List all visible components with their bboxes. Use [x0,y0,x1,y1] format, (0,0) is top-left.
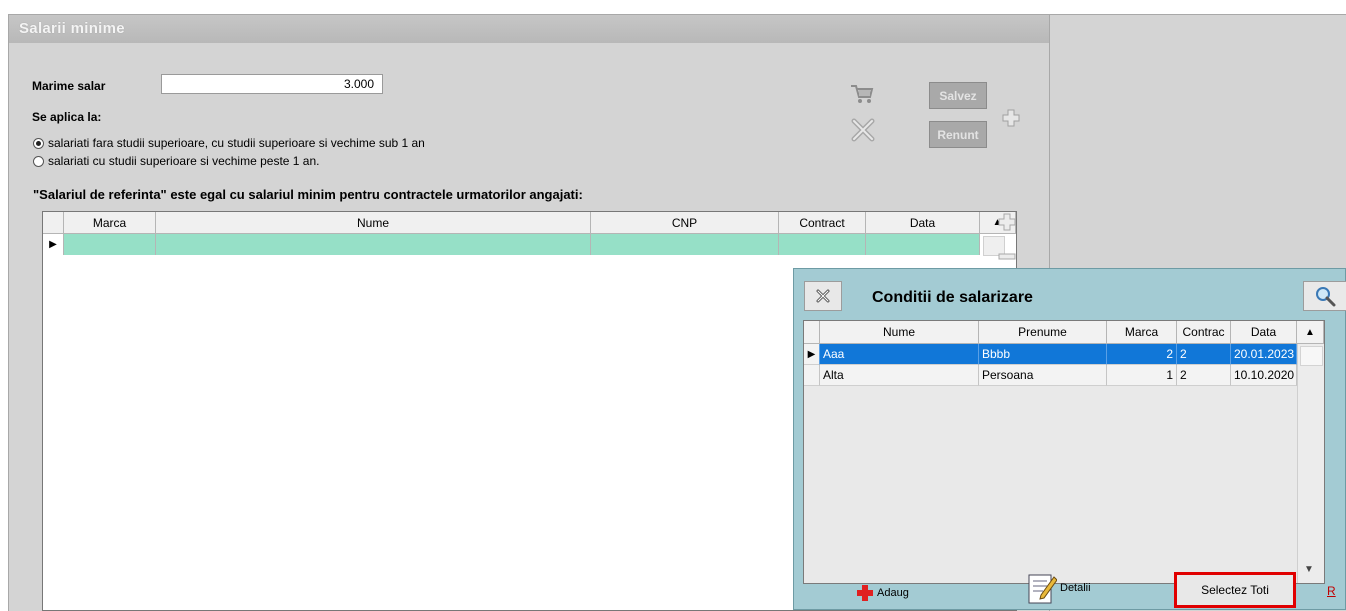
detalii-label: Detalii [1060,582,1091,594]
pgrid-scrollbar[interactable]: ▼ [1297,344,1324,583]
radio-option-2[interactable]: salariati cu studii superioare si vechim… [33,154,319,168]
column-header-data[interactable]: Data [866,212,980,234]
cancel-x-icon[interactable] [849,116,877,144]
renunt-button[interactable]: Renunt [929,121,987,148]
grid-cell-contract[interactable] [779,234,866,255]
cell-nume[interactable]: Alta [820,365,979,386]
column-header-nume[interactable]: Nume [156,212,591,234]
cell-prenume[interactable]: Persoana [979,365,1107,386]
pcolumn-header-data[interactable]: Data [1231,321,1297,344]
adaug-label: Adaug [877,587,909,599]
pcolumn-header-prenume[interactable]: Prenume [979,321,1107,344]
radio-option-1-label: salariati fara studii superioare, cu stu… [48,136,425,150]
cell-marca[interactable]: 2 [1107,344,1177,365]
radio-option-1[interactable]: salariati fara studii superioare, cu stu… [33,136,425,150]
grid-cell-marca[interactable] [64,234,156,255]
cell-data[interactable]: 10.10.2020 [1231,365,1297,386]
current-row-pointer-icon: ▶ [43,234,64,255]
popup-title: Conditii de salarizare [872,289,1033,306]
grid-cell-data[interactable] [866,234,980,255]
grid-cell-cnp[interactable] [591,234,779,255]
pcolumn-header-nume[interactable]: Nume [820,321,979,344]
r-cut-button[interactable]: R [1327,584,1336,598]
grid-indicator-header [43,212,64,234]
marime-salar-label: Marime salar [32,79,106,93]
grid-caption: "Salariul de referinta" este egal cu sal… [33,187,583,202]
add-plus-icon[interactable] [1001,108,1021,128]
pgrid-indicator-header [804,321,820,344]
radio-button-selected[interactable] [33,137,44,149]
selectez-toti-button[interactable]: Selectez Toti [1174,572,1296,608]
pgrid-scroll-up-icon[interactable]: ▲ [1297,321,1324,344]
search-icon [1316,287,1336,307]
adaug-button[interactable]: Adaug [856,584,909,602]
conditii-grid[interactable]: Nume Prenume Marca Contrac Data ▲ ▶ Aaa … [803,320,1325,584]
current-row-pointer-icon: ▶ [804,344,820,365]
close-x-icon [816,289,830,303]
radio-button-unselected[interactable] [33,155,44,167]
column-header-contract[interactable]: Contract [779,212,866,234]
cell-contract[interactable]: 2 [1177,365,1231,386]
cell-prenume[interactable]: Bbbb [979,344,1107,365]
se-aplica-label: Se aplica la: [32,110,102,124]
window-title: Salarii minime [19,20,125,37]
popup-search-button[interactable] [1303,281,1346,311]
grid-cell-nume[interactable] [156,234,591,255]
notepad-pencil-icon [1028,574,1057,604]
row-indicator [804,365,820,386]
scroll-down-icon[interactable]: ▼ [1304,564,1314,575]
column-header-marca[interactable]: Marca [64,212,156,234]
radio-option-2-label: salariati cu studii superioare si vechim… [48,154,320,168]
popup-close-button[interactable] [804,281,842,311]
salvez-button[interactable]: Salvez [929,82,987,109]
conditii-salarizare-popup: Conditii de salarizare Nume Prenume Marc… [793,268,1346,610]
marime-salar-input[interactable]: 3.000 [161,74,383,94]
red-plus-icon [857,585,873,601]
window-title-bar: Salarii minime [9,15,1049,43]
pcolumn-header-marca[interactable]: Marca [1107,321,1177,344]
delete-cart-icon[interactable] [847,81,875,105]
cell-data[interactable]: 20.01.2023 [1231,344,1297,365]
pcolumn-header-contract[interactable]: Contrac [1177,321,1231,344]
cell-nume[interactable]: Aaa [820,344,979,365]
row-remove-minus-icon[interactable] [997,251,1017,261]
pgrid-scrollbar-thumb[interactable] [1300,346,1323,366]
row-add-plus-icon[interactable] [997,212,1017,232]
detalii-button[interactable]: Detalii [1027,571,1091,605]
column-header-cnp[interactable]: CNP [591,212,779,234]
cell-marca[interactable]: 1 [1107,365,1177,386]
cell-contract[interactable]: 2 [1177,344,1231,365]
